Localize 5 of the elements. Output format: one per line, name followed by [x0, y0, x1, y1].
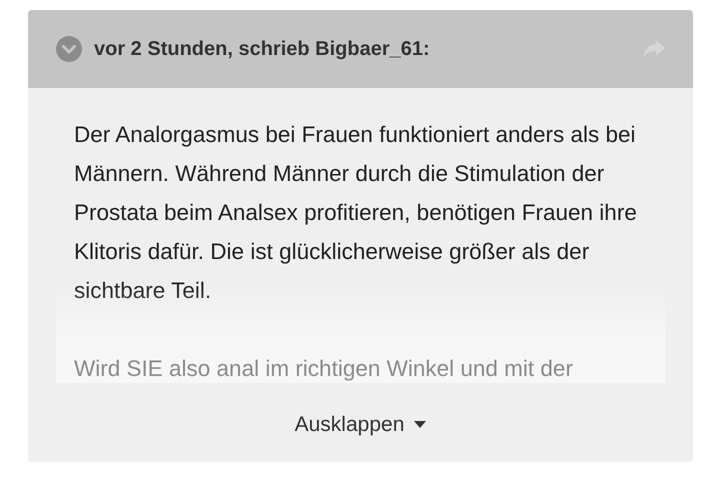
quote-author-line: vor 2 Stunden, schrieb Bigbaer_61:	[94, 37, 430, 62]
quote-paragraph: Der Analorgasmus bei Frauen funktioniert anders als bei Männern. Während Männer durch die Stimulation der Prostata beim Analsex profitieren, benötigen Frauen ihre Klitoris dafür. Die ist glücklicherweise größer als der sichtbare Teil.	[73, 121, 638, 305]
quote-paragraph: Wird SIE also anal im richtigen Winkel und mit der	[73, 355, 574, 383]
chevron-down-icon[interactable]	[56, 36, 82, 62]
expand-button[interactable]: Ausklappen	[294, 409, 426, 440]
